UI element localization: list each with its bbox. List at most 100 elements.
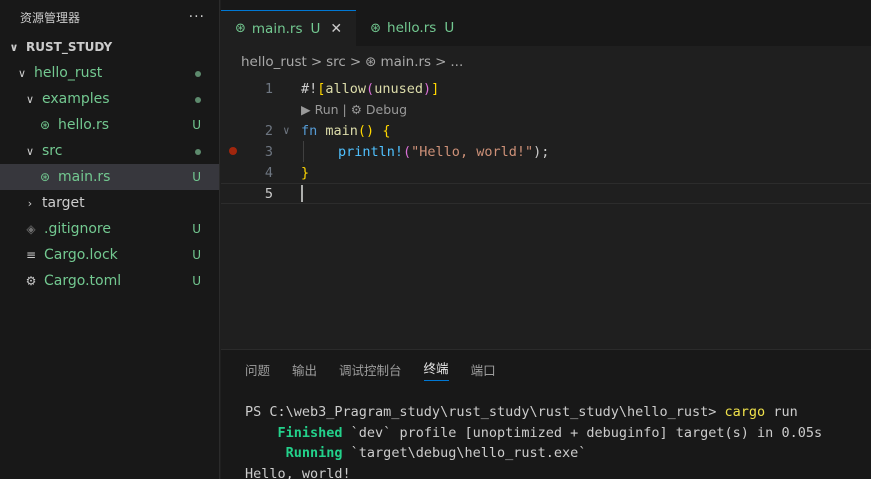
code-line-current: 5 <box>221 183 871 204</box>
tree-file-cargo-lock[interactable]: ≡ Cargo.lock U <box>0 242 219 268</box>
line-number: 2 <box>264 122 273 139</box>
tree-item-label: hello.rs <box>58 117 110 133</box>
rust-file-icon: ⊛ <box>365 54 377 70</box>
tab-status-badge: U <box>444 20 455 36</box>
tree-folder-hello-rust[interactable]: ∨ hello_rust <box>0 60 219 86</box>
close-icon[interactable]: ✕ <box>330 21 342 37</box>
explorer-sidebar: 资源管理器 ··· ∨ RUST_STUDY ∨ hello_rust ∨ ex… <box>0 0 220 479</box>
terminal-command: cargo <box>724 404 766 420</box>
breadcrumb-separator: > <box>310 54 323 70</box>
terminal-program-output: Hello, world! <box>245 465 351 479</box>
code-editor[interactable]: 1 #![allow(unused)] ▶ Run | ⚙ Debug 2 ∨ … <box>221 78 871 348</box>
tab-hello-rs[interactable]: ⊛ hello.rs U <box>356 10 468 46</box>
editor-tabs: ⊛ main.rs U ✕ ⊛ hello.rs U <box>221 10 871 46</box>
code-lens: ▶ Run | ⚙ Debug <box>221 99 871 120</box>
git-status-badge: U <box>192 274 201 288</box>
breadcrumb-item-main-rs[interactable]: main.rs <box>380 54 431 70</box>
tree-item-label: target <box>42 195 85 211</box>
lines-file-icon: ≡ <box>25 248 37 262</box>
code-text: #![allow(unused)] <box>301 80 440 97</box>
line-number: 1 <box>264 80 273 97</box>
breadcrumb-item-hello-rust[interactable]: hello_rust <box>241 54 307 70</box>
code-text: } <box>301 164 310 181</box>
rust-file-icon: ⊛ <box>370 20 382 36</box>
gear-file-icon: ⚙ <box>25 274 37 288</box>
chevron-down-icon: ∨ <box>25 92 35 106</box>
tab-label: hello.rs <box>387 20 437 36</box>
breadcrumb-separator: > <box>349 54 362 70</box>
explorer-title: 资源管理器 <box>20 10 81 25</box>
tree-item-label: main.rs <box>58 169 111 185</box>
chevron-down-icon: ∨ <box>25 144 35 158</box>
tree-item-label: Cargo.toml <box>44 273 122 289</box>
chevron-down-icon: ∨ <box>9 40 19 54</box>
breadcrumb-item-src[interactable]: src <box>326 54 346 70</box>
tree-root-label: RUST_STUDY <box>26 40 113 54</box>
run-debug-lens[interactable]: ▶ Run | ⚙ Debug <box>301 102 407 117</box>
more-actions-icon[interactable]: ··· <box>189 9 205 25</box>
tab-ports[interactable]: 端口 <box>471 360 496 379</box>
breakpoint-icon[interactable] <box>229 147 237 155</box>
title-strip <box>221 0 871 10</box>
tree-folder-src[interactable]: ∨ src <box>0 138 219 164</box>
line-number: 3 <box>264 143 273 160</box>
text-cursor <box>301 185 303 202</box>
tree-item-label: hello_rust <box>34 65 103 81</box>
tab-problems[interactable]: 问题 <box>245 360 270 379</box>
code-text: println!("Hello, world!"); <box>338 143 550 160</box>
terminal-prompt: PS C:\web3_Pragram_study\rust_study\rust… <box>245 404 725 420</box>
git-status-badge: U <box>192 248 201 262</box>
tree-file-gitignore[interactable]: ◈ .gitignore U <box>0 216 219 242</box>
tree-folder-examples[interactable]: ∨ examples <box>0 86 219 112</box>
terminal-running-label: Running <box>285 445 343 461</box>
git-status-badge: U <box>192 222 201 236</box>
code-line: 3 println!("Hello, world!"); <box>221 141 871 162</box>
tab-terminal[interactable]: 终端 <box>423 358 449 381</box>
tree-root-rust-study[interactable]: ∨ RUST_STUDY <box>0 34 219 60</box>
tab-debug-console[interactable]: 调试控制台 <box>339 360 402 379</box>
terminal-running-text: `target\debug\hello_rust.exe` <box>342 445 587 461</box>
chevron-down-icon: ∨ <box>17 66 27 80</box>
modified-dot-icon <box>195 71 201 77</box>
code-text: fn main() { <box>301 122 391 139</box>
line-number: 5 <box>264 185 273 202</box>
tree-item-label: Cargo.lock <box>44 247 118 263</box>
tree-file-hello-rs[interactable]: ⊛ hello.rs U <box>0 112 219 138</box>
git-status-badge: U <box>192 170 201 184</box>
tree-item-label: .gitignore <box>44 221 111 237</box>
modified-dot-icon <box>195 149 201 155</box>
rust-file-icon: ⊛ <box>39 118 51 132</box>
line-number: 4 <box>264 164 273 181</box>
code-line: 4 } <box>221 162 871 183</box>
tree-folder-target[interactable]: › target <box>0 190 219 216</box>
panel-tabs: 问题 输出 调试控制台 终端 端口 <box>221 350 871 388</box>
tab-main-rs[interactable]: ⊛ main.rs U ✕ <box>221 10 357 46</box>
git-status-badge: U <box>192 118 201 132</box>
terminal-command-arg: run <box>765 404 798 420</box>
tab-label: main.rs <box>251 20 303 37</box>
code-text <box>301 185 303 202</box>
terminal-finished-text: `dev` profile [unoptimized + debuginfo] … <box>342 424 823 441</box>
git-file-icon: ◈ <box>26 222 36 236</box>
breadcrumb-item-symbols[interactable]: ... <box>450 54 463 70</box>
terminal-output[interactable]: PS C:\web3_Pragram_study\rust_study\rust… <box>245 402 822 479</box>
tree-item-label: examples <box>42 91 110 107</box>
modified-dot-icon <box>195 97 201 103</box>
tree-item-label: src <box>42 143 63 159</box>
tab-output[interactable]: 输出 <box>292 360 317 379</box>
breadcrumb-separator: > <box>435 54 447 70</box>
indent-guide <box>303 141 304 162</box>
tab-status-badge: U <box>310 20 321 37</box>
rust-file-icon: ⊛ <box>235 21 246 36</box>
explorer-header: 资源管理器 ··· <box>0 0 219 34</box>
bottom-panel: 问题 输出 调试控制台 终端 端口 PS C:\web3_Pragram_stu… <box>221 349 871 479</box>
tree-file-main-rs[interactable]: ⊛ main.rs U <box>0 164 219 190</box>
tree-file-cargo-toml[interactable]: ⚙ Cargo.toml U <box>0 268 219 294</box>
terminal-finished-label: Finished <box>277 424 343 441</box>
breadcrumb: hello_rust > src > ⊛ main.rs > ... <box>241 54 463 70</box>
code-line: 1 #![allow(unused)] <box>221 78 871 99</box>
fold-chevron-icon[interactable]: ∨ <box>283 124 290 137</box>
chevron-right-icon: › <box>27 196 33 210</box>
code-line: 2 ∨ fn main() { <box>221 120 871 141</box>
rust-file-icon: ⊛ <box>39 170 51 184</box>
